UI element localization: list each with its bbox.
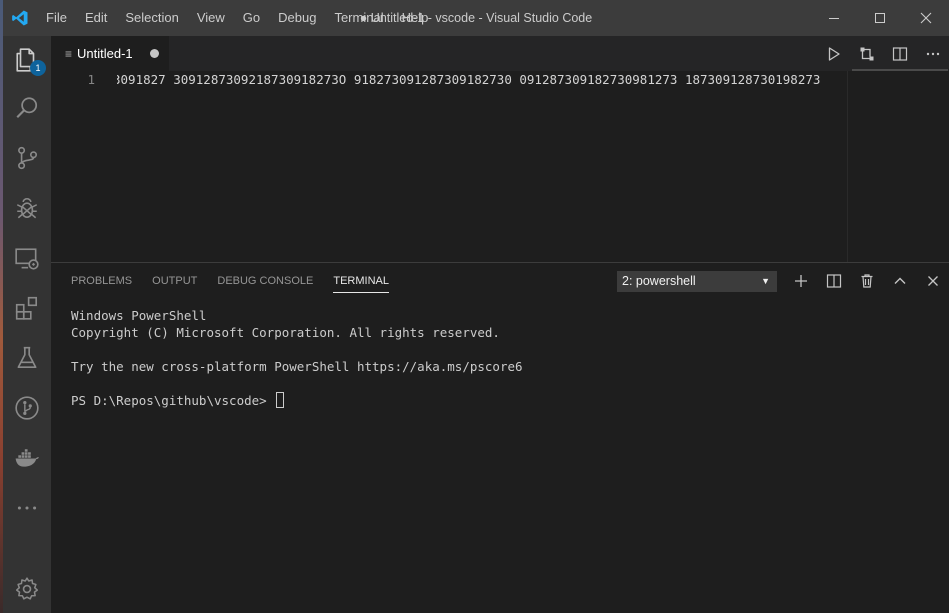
panel-tabs: PROBLEMS OUTPUT DEBUG CONSOLE TERMINAL [51, 263, 399, 299]
menu-terminal[interactable]: Terminal [325, 0, 392, 36]
menu-edit[interactable]: Edit [76, 0, 116, 36]
menu-debug[interactable]: Debug [269, 0, 325, 36]
split-terminal-button[interactable] [817, 263, 850, 299]
close-window-button[interactable] [903, 0, 949, 36]
activity-search[interactable] [3, 84, 51, 132]
activity-explorer[interactable]: 1 [3, 36, 51, 84]
split-editor-button[interactable] [883, 36, 916, 71]
git-graph-icon [15, 396, 39, 420]
tab-untitled-1[interactable]: ≡ Untitled-1 [51, 36, 169, 71]
activity-git-graph[interactable] [3, 384, 51, 432]
vscode-logo-icon [3, 0, 37, 36]
activity-remote-explorer[interactable] [3, 235, 51, 283]
terminal-select[interactable]: 2: powershell ▼ [617, 271, 777, 292]
explorer-badge: 1 [30, 60, 46, 76]
activity-source-control[interactable] [3, 134, 51, 182]
code-area[interactable]: 3091827 3091287309218730918273O 91827309… [117, 71, 845, 262]
new-terminal-button[interactable] [784, 263, 817, 299]
code-line[interactable]: 3091827 3091287309218730918273O 91827309… [117, 71, 820, 88]
source-control-icon [18, 146, 38, 170]
activity-bar: 1 [3, 36, 51, 613]
terminal-prompt: PS D:\Repos\github\vscode> [71, 393, 275, 408]
compare-changes-button[interactable] [850, 36, 883, 71]
line-number: 1 [87, 72, 95, 87]
menu-go[interactable]: Go [234, 0, 269, 36]
trash-icon [861, 274, 872, 288]
terminal-line: Windows PowerShell [71, 308, 207, 323]
tab-output[interactable]: OUTPUT [142, 263, 207, 299]
tab-label: Untitled-1 [77, 46, 133, 61]
activity-manage[interactable] [3, 565, 51, 613]
terminal-output[interactable]: Windows PowerShell Copyright (C) Microso… [71, 307, 931, 409]
kill-terminal-button[interactable] [850, 263, 883, 299]
settings-gear-icon [15, 577, 39, 600]
play-icon [828, 46, 840, 61]
vscode-window: File Edit Selection View Go Debug Termin… [0, 0, 949, 613]
minimap[interactable] [847, 69, 949, 262]
editor-tabs-bar: ≡ Untitled-1 [51, 36, 949, 71]
plaintext-file-icon: ≡ [65, 46, 72, 61]
close-icon [927, 276, 938, 286]
editor[interactable]: 1 3091827 3091287309218730918273O 918273… [51, 69, 949, 262]
chevron-down-icon: ▼ [761, 276, 770, 286]
debug-icon [16, 198, 38, 219]
unsaved-dot-icon[interactable] [150, 49, 159, 58]
maximize-panel-button[interactable] [883, 263, 916, 299]
activity-testing[interactable] [3, 334, 51, 382]
testing-flask-icon [17, 346, 37, 369]
panel-actions [784, 263, 949, 299]
tab-debug-console[interactable]: DEBUG CONSOLE [207, 263, 323, 299]
minimize-button[interactable] [811, 0, 857, 36]
terminal-line: Try the new cross-platform PowerShell ht… [71, 359, 523, 374]
terminal-cursor [276, 392, 285, 408]
maximize-button[interactable] [857, 0, 903, 36]
activity-extensions[interactable] [3, 284, 51, 332]
run-button[interactable] [817, 36, 850, 71]
tab-terminal[interactable]: TERMINAL [323, 263, 399, 299]
git-compare-icon [860, 47, 873, 60]
tab-problems[interactable]: PROBLEMS [61, 263, 142, 299]
close-panel-button[interactable] [916, 263, 949, 299]
extensions-icon [15, 296, 38, 320]
menu-bar: File Edit Selection View Go Debug Termin… [37, 0, 437, 36]
maximize-icon [875, 13, 885, 23]
terminal-line: Copyright (C) Microsoft Corporation. All… [71, 325, 500, 340]
menu-selection[interactable]: Selection [116, 0, 187, 36]
editor-actions [817, 36, 949, 71]
search-icon [16, 97, 38, 118]
activity-docker[interactable] [3, 434, 51, 482]
minimize-icon [829, 18, 839, 19]
terminal-select-value: 2: powershell [622, 274, 696, 288]
terminal-prompt-line[interactable]: PS D:\Repos\github\vscode> [71, 392, 931, 409]
menu-help[interactable]: Help [393, 0, 438, 36]
more-icon [17, 506, 37, 510]
activity-debug[interactable] [3, 184, 51, 232]
activity-more[interactable] [3, 484, 51, 532]
close-icon [920, 12, 932, 24]
split-editor-icon [892, 46, 907, 61]
docker-icon [15, 449, 39, 467]
menu-file[interactable]: File [37, 0, 76, 36]
plus-icon [794, 275, 807, 287]
ellipsis-icon [926, 52, 939, 55]
window-controls [811, 0, 949, 36]
more-actions-button[interactable] [916, 36, 949, 71]
title-bar: File Edit Selection View Go Debug Termin… [3, 0, 949, 36]
minimap-line [852, 69, 948, 71]
bottom-panel: PROBLEMS OUTPUT DEBUG CONSOLE TERMINAL 2… [51, 262, 949, 613]
chevron-up-icon [894, 277, 905, 284]
remote-explorer-icon [15, 248, 39, 270]
split-terminal-icon [826, 274, 841, 288]
menu-view[interactable]: View [188, 0, 234, 36]
